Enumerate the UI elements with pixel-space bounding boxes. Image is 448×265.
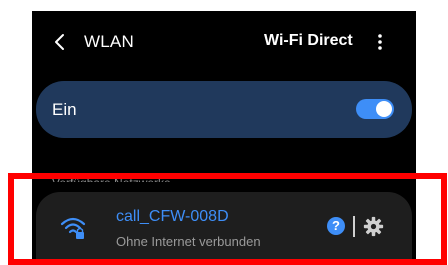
wlan-toggle-switch[interactable]	[356, 99, 394, 119]
settings-icon[interactable]	[363, 216, 384, 237]
toggle-knob	[376, 101, 392, 117]
available-networks-header: Verfügbare Netzwerke	[52, 177, 171, 182]
page-title: WLAN	[84, 32, 134, 51]
wlan-master-switch-row[interactable]: Ein	[36, 81, 412, 138]
more-vertical-icon[interactable]	[375, 31, 385, 53]
connected-network-item[interactable]: call_CFW-008D Ohne Internet verbunden ?	[36, 192, 412, 263]
help-icon[interactable]: ?	[327, 217, 345, 235]
network-status: Ohne Internet verbunden	[116, 234, 261, 249]
divider	[353, 216, 355, 237]
wlan-settings-screen: WLAN Wi-Fi Direct Ein Verfügbare Netzwer…	[32, 11, 416, 263]
wifi-lock-icon	[60, 217, 86, 239]
back-icon[interactable]	[52, 31, 70, 53]
wifi-direct-button[interactable]: Wi-Fi Direct	[264, 32, 353, 50]
master-switch-label: Ein	[52, 100, 77, 119]
app-bar: WLAN Wi-Fi Direct	[32, 11, 416, 73]
network-name: call_CFW-008D	[116, 208, 229, 225]
